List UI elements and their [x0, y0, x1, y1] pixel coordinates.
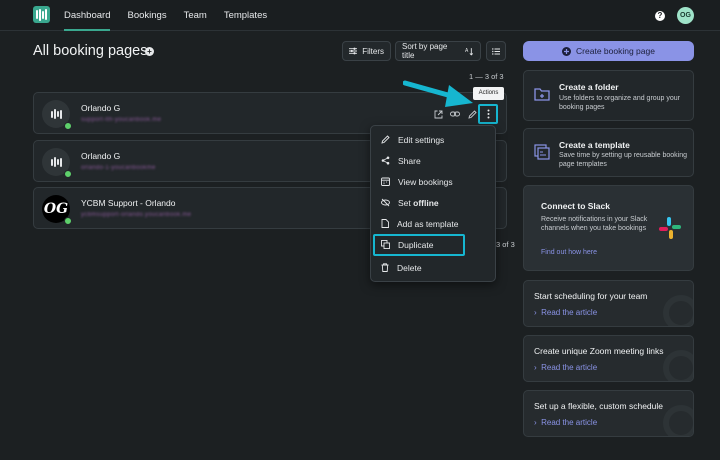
online-status-dot	[64, 217, 72, 225]
template-icon	[534, 144, 550, 160]
article-card[interactable]: Set up a flexible, custom schedule › Rea…	[523, 390, 694, 437]
nav-dashboard[interactable]: Dashboard	[64, 0, 111, 31]
menu-view-bookings[interactable]: View bookings	[371, 171, 495, 192]
edit-pencil-icon[interactable]	[466, 108, 478, 120]
menu-add-as-template[interactable]: Add as template	[371, 213, 495, 234]
page-name: Orlando G	[81, 103, 121, 113]
menu-label: View bookings	[398, 176, 453, 187]
nav-bookings[interactable]: Bookings	[127, 0, 166, 31]
template-desc: Save time by setting up reusable booking…	[559, 152, 688, 168]
online-status-dot	[64, 170, 72, 178]
copy-link-icon[interactable]	[449, 108, 461, 120]
slack-desc: Receive notifications in your Slack chan…	[541, 216, 648, 232]
filters-label: Filters	[362, 46, 384, 56]
actions-menu: Edit settings Share View bookings Set of…	[370, 125, 496, 282]
list-icon	[492, 47, 500, 55]
page-url: ycbmsupport-orlando.youcanbook.me	[81, 212, 192, 218]
open-external-icon[interactable]	[432, 108, 444, 120]
menu-set-offline[interactable]: Set offline	[371, 192, 495, 213]
duplicate-highlight	[373, 234, 465, 256]
menu-label: Add as template	[397, 218, 459, 229]
article-card[interactable]: Create unique Zoom meeting links › Read …	[523, 335, 694, 382]
menu-share[interactable]: Share	[371, 150, 495, 171]
user-avatar[interactable]: OG	[677, 7, 694, 24]
eye-off-icon	[381, 198, 390, 207]
list-view-button[interactable]	[486, 41, 506, 61]
share-icon	[381, 156, 390, 165]
menu-label: Share	[398, 155, 421, 166]
article-link[interactable]: › Read the article	[534, 418, 597, 427]
filters-button[interactable]: Filters	[342, 41, 391, 61]
article-title: Create unique Zoom meeting links	[534, 346, 664, 356]
actions-tooltip: Actions	[473, 87, 504, 100]
page-name: YCBM Support - Orlando	[81, 198, 176, 208]
annotation-arrow-icon	[403, 80, 473, 107]
sort-az-icon: A	[465, 47, 474, 56]
article-card[interactable]: Start scheduling for your team › Read th…	[523, 280, 694, 327]
folder-desc: Use folders to organize and group your b…	[559, 95, 681, 111]
sort-label: Sort by page title	[402, 42, 448, 60]
create-booking-page-button[interactable]: Create booking page	[523, 41, 694, 61]
article-title: Start scheduling for your team	[534, 291, 648, 301]
slack-title: Connect to Slack	[541, 201, 610, 211]
folder-title: Create a folder	[559, 82, 619, 92]
page-url: support-lth-youcanbook.me	[81, 117, 162, 123]
online-status-dot	[64, 122, 72, 130]
create-template-card[interactable]: Create a template Save time by setting u…	[523, 128, 694, 177]
pencil-icon	[381, 135, 390, 144]
menu-label: Set offline	[398, 197, 439, 208]
page-name: Orlando G	[81, 151, 121, 161]
app-logo-icon[interactable]	[33, 6, 50, 23]
main-nav: Dashboard Bookings Team Templates	[64, 0, 284, 31]
calendar-icon	[381, 177, 390, 186]
file-icon	[381, 219, 389, 228]
page-title: All booking pages	[33, 43, 148, 59]
menu-label: Delete	[397, 262, 422, 273]
create-folder-card[interactable]: Create a folder Use folders to organize …	[523, 70, 694, 121]
connect-slack-card: Connect to Slack Receive notifications i…	[523, 185, 694, 271]
plus-circle-icon	[562, 46, 572, 56]
sort-button[interactable]: Sort by page title A	[395, 41, 481, 61]
sliders-icon	[349, 47, 358, 55]
create-label: Create booking page	[576, 46, 655, 56]
page-url: orlando-1-youcanbookme	[81, 165, 156, 171]
svg-text:A: A	[465, 47, 469, 53]
menu-label: Edit settings	[398, 134, 445, 145]
menu-edit-settings[interactable]: Edit settings	[371, 129, 495, 150]
top-bar: Dashboard Bookings Team Templates ? OG	[0, 0, 720, 31]
kebab-icon	[487, 109, 489, 119]
slack-logo-icon	[659, 217, 681, 239]
help-icon[interactable]: ?	[655, 11, 665, 21]
add-page-icon[interactable]: +	[145, 47, 154, 56]
actions-kebab-button[interactable]	[478, 104, 498, 124]
slack-link[interactable]: Find out how here	[541, 249, 597, 256]
trash-icon	[381, 263, 389, 272]
article-title: Set up a flexible, custom schedule	[534, 401, 663, 411]
nav-templates[interactable]: Templates	[224, 0, 267, 31]
nav-team[interactable]: Team	[184, 0, 207, 31]
folder-plus-icon	[534, 88, 550, 101]
menu-delete[interactable]: Delete	[371, 257, 495, 278]
pagination-bottom: 3 of 3	[496, 240, 515, 249]
article-link[interactable]: › Read the article	[534, 308, 597, 317]
template-title: Create a template	[559, 140, 630, 150]
article-link[interactable]: › Read the article	[534, 363, 597, 372]
